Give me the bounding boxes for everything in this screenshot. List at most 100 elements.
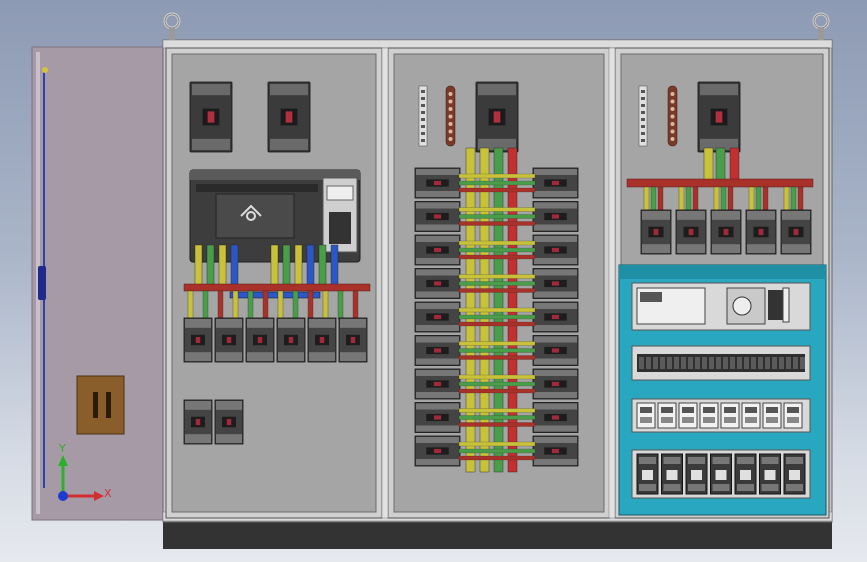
feeder-breaker[interactable] [640,209,672,255]
cable [783,186,790,212]
feeder-breaker[interactable] [414,201,461,232]
feeder-breaker[interactable] [183,399,213,445]
cable [713,186,720,212]
feeder-breaker[interactable] [532,268,579,299]
door-handle-icon[interactable] [76,375,125,435]
cable [218,244,227,286]
feeder-breaker[interactable] [414,167,461,199]
door-lock-icon [38,266,46,300]
ground-screw [670,99,675,104]
feeder-breaker[interactable] [532,368,579,400]
terminal [641,90,645,93]
feeder-breaker[interactable] [532,301,579,333]
cable [458,408,536,413]
cable [692,186,699,212]
relay-module[interactable] [636,402,656,429]
feeder-breaker[interactable] [675,209,707,255]
feeder-breaker[interactable] [414,402,461,433]
feeder-breaker[interactable] [532,335,579,366]
cable [282,244,291,286]
terminal [772,357,777,369]
feeder-breaker[interactable] [532,167,579,199]
feeder-breaker[interactable] [532,402,579,433]
feeder-breaker[interactable] [307,317,337,363]
terminal [646,357,651,369]
cable [458,173,536,179]
ground-screw [448,137,453,141]
cad-viewport[interactable]: Y X [0,0,867,562]
cable [458,341,536,346]
terminal [641,125,645,128]
cable [232,290,239,320]
section-divider [608,47,616,519]
terminal [639,357,644,369]
relay-module[interactable] [699,402,719,429]
feeder-breaker[interactable] [414,335,461,366]
terminal [667,357,672,369]
cable [650,186,657,212]
ground-screw [448,99,453,104]
din-rail-header [619,265,826,279]
terminal [702,357,707,369]
cable [790,186,797,212]
relay-module[interactable] [762,402,782,429]
cable [720,186,727,212]
lifting-eye-icon [163,12,181,40]
feeder-breaker[interactable] [710,209,742,255]
cable [458,441,536,447]
cable [330,244,339,286]
cable [797,186,804,212]
feeder-breaker[interactable] [745,209,777,255]
ground-screw [448,129,453,134]
feeder-breaker[interactable] [214,399,244,445]
ground-screw [448,92,453,96]
terminal [674,357,679,369]
terminal [793,357,798,369]
vertical-busbar [703,147,714,183]
feeder-breaker[interactable] [245,317,275,363]
relay-module[interactable] [720,402,740,429]
relay-module[interactable] [783,402,803,429]
feeder-breaker[interactable] [532,201,579,232]
cable [206,244,215,286]
feeder-breaker[interactable] [183,317,213,363]
circuit-breaker[interactable] [475,81,519,153]
ground-screw [670,107,675,111]
cable [458,221,536,226]
terminal [709,357,714,369]
terminal [421,125,425,128]
terminal [737,357,742,369]
busbar-blue [229,291,321,299]
axis-y-label: Y [58,442,66,455]
cable [202,290,209,320]
circuit-breaker[interactable] [267,81,311,153]
circuit-breaker[interactable] [189,81,233,153]
relay-module[interactable] [657,402,677,429]
circuit-breaker[interactable] [697,81,741,153]
terminal-strip [418,85,428,147]
feeder-breaker[interactable] [414,301,461,333]
feeder-breaker[interactable] [780,209,812,255]
cable [685,186,692,212]
cable [458,455,536,461]
cable [458,187,536,193]
cable [458,448,536,454]
cable [643,186,650,212]
relay-module[interactable] [678,402,698,429]
feeder-breaker[interactable] [338,317,368,363]
feeder-breaker[interactable] [414,268,461,299]
feeder-breaker[interactable] [414,435,461,467]
feeder-breaker[interactable] [214,317,244,363]
terminal [421,118,425,121]
cabinet-plinth [163,520,832,549]
terminal [421,104,425,107]
section-divider [381,47,389,519]
relay-module[interactable] [741,402,761,429]
feeder-breaker[interactable] [414,368,461,400]
feeder-breaker[interactable] [532,435,579,467]
feeder-breaker[interactable] [276,317,306,363]
feeder-breaker[interactable] [532,234,579,266]
feeder-breaker[interactable] [414,234,461,266]
cable [294,244,303,286]
ground-screw [670,114,675,119]
